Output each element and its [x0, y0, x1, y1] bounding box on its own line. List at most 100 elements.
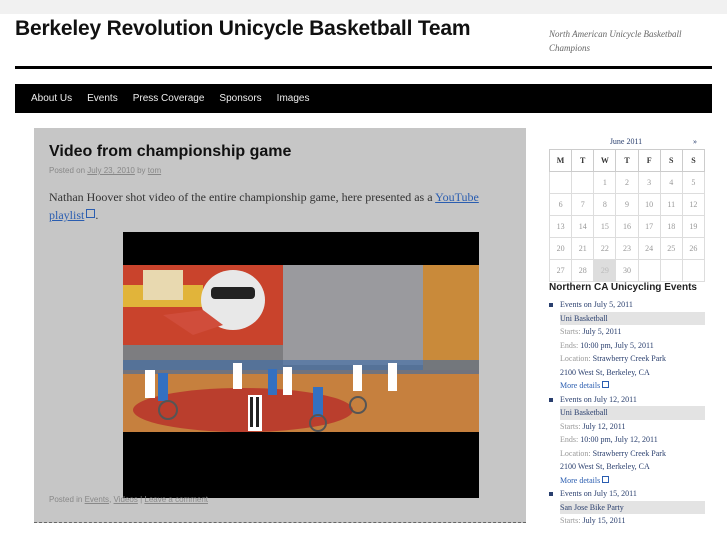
category-videos-link[interactable]: Videos — [114, 495, 138, 504]
calendar-weekday: W — [593, 149, 617, 172]
calendar-day: 5 — [681, 171, 706, 194]
event-start-value: July 15, 2011 — [582, 516, 626, 525]
event-location: Location: Strawberry Creek Park — [560, 447, 705, 461]
post-body-text: Nathan Hoover shot video of the entire c… — [49, 190, 433, 204]
event-date-link[interactable]: Events on July 12, 2011 — [560, 393, 705, 407]
posted-in-label: Posted in — [49, 495, 83, 504]
event-ends: Ends: 10:00 pm, July 5, 2011 — [560, 339, 705, 353]
calendar-week-row: 20 21 22 23 24 25 26 — [548, 237, 706, 260]
calendar-day: 27 — [548, 259, 573, 282]
calendar-week-row: 6 7 8 9 10 11 12 — [548, 193, 706, 216]
site-title[interactable]: Berkeley Revolution Unicycle Basketball … — [15, 17, 471, 41]
event-title-link[interactable]: Uni Basketball — [560, 311, 705, 325]
calendar-weekday: S — [681, 149, 706, 172]
nav-sponsors[interactable]: Sponsors — [219, 93, 261, 104]
more-details-row: More details — [560, 379, 705, 393]
calendar-day — [548, 171, 573, 194]
calendar-day: 7 — [571, 193, 595, 216]
calendar-day: 17 — [637, 215, 661, 238]
event-title-link[interactable]: San Jose Bike Party — [560, 500, 705, 514]
calendar-day: 6 — [548, 193, 573, 216]
calendar-caption: June 2011 — [609, 137, 643, 146]
calendar-weekday-row: MTWTFSS — [548, 149, 706, 172]
nav-about-us[interactable]: About Us — [31, 93, 72, 104]
calendar-day: 3 — [637, 171, 661, 194]
event-ends: Ends: 10:00 pm, July 12, 2011 — [560, 433, 705, 447]
calendar-day: 23 — [615, 237, 639, 260]
event-item: Events on July 15, 2011 San Jose Bike Par… — [549, 487, 705, 528]
calendar-day: 21 — [571, 237, 595, 260]
leave-comment-link[interactable]: Leave a comment — [144, 495, 208, 504]
more-details-link[interactable]: More details — [560, 476, 600, 485]
event-item: Events on July 5, 2011 Uni Basketball Star… — [549, 298, 705, 393]
main-nav: About Us Events Press Coverage Sponsors … — [15, 84, 712, 113]
event-starts: Starts: July 12, 2011 — [560, 420, 705, 434]
calendar-body: 1 2 3 4 5 6 7 8 9 10 11 12 13 14 15 16 17 18 19 20 21 22 23 24 2… — [548, 171, 706, 282]
video-frame-image — [123, 265, 479, 432]
calendar-day: 2 — [615, 171, 639, 194]
post-body: Nathan Hoover shot video of the entire c… — [49, 188, 515, 224]
calendar-day: 18 — [659, 215, 683, 238]
starts-label: Starts: — [560, 516, 581, 525]
event-end-value: 10:00 pm, July 5, 2011 — [580, 340, 654, 350]
calendar-widget: June 2011 » MTWTFSS 1 2 3 4 5 6 7 8 9 10 11 12 13 14 1… — [548, 135, 706, 282]
external-link-icon — [602, 475, 610, 483]
post-body-period: . — [95, 208, 99, 222]
location-label: Location: — [560, 354, 591, 363]
event-end-value: 10:00 pm, July 12, 2011 — [580, 435, 658, 444]
calendar-day: 19 — [681, 215, 706, 238]
calendar-day: 25 — [659, 237, 683, 260]
category-events-link[interactable]: Events — [85, 495, 109, 504]
post-meta: Posted on July 23, 2010 by tom — [49, 166, 161, 175]
event-date-link[interactable]: Events on July 15, 2011 — [560, 487, 705, 501]
event-start-value: July 12, 2011 — [582, 421, 626, 431]
post-date-link[interactable]: July 23, 2010 — [87, 166, 135, 175]
calendar-day — [571, 171, 595, 194]
calendar-next-link[interactable]: » — [693, 137, 697, 146]
nav-press-coverage[interactable]: Press Coverage — [133, 93, 205, 104]
calendar-day: 26 — [681, 237, 706, 260]
event-title-link[interactable]: Uni Basketball — [560, 406, 705, 420]
calendar-table: MTWTFSS 1 2 3 4 5 6 7 8 9 10 11 12 13 14 15 16 17 18 19 20 2… — [548, 149, 706, 282]
external-link-icon — [86, 209, 96, 218]
calendar-weekday: T — [615, 149, 639, 172]
event-location-value: Strawberry Creek Park — [592, 448, 666, 458]
nav-images[interactable]: Images — [277, 93, 310, 104]
nav-events[interactable]: Events — [87, 93, 118, 104]
event-date-link[interactable]: Events on July 5, 2011 — [560, 298, 705, 312]
calendar-day: 9 — [615, 193, 639, 216]
calendar-day: 29 — [593, 259, 617, 282]
post-author-link[interactable]: tom — [148, 166, 161, 175]
header-divider — [15, 66, 712, 69]
by-label: by — [137, 166, 146, 175]
more-details-row: More details — [560, 474, 705, 488]
calendar-day — [659, 259, 683, 282]
calendar-day: 30 — [615, 259, 639, 282]
more-details-link[interactable]: More details — [560, 381, 600, 390]
post-title[interactable]: Video from championship game — [49, 143, 291, 161]
event-location: Location: Strawberry Creek Park — [560, 352, 705, 366]
calendar-day: 16 — [615, 215, 639, 238]
calendar-weekday: T — [571, 149, 595, 172]
event-location-value: Strawberry Creek Park — [592, 354, 666, 363]
calendar-week-row: 13 14 15 16 17 18 19 — [548, 215, 706, 238]
calendar-day: 28 — [571, 259, 595, 282]
calendar-day: 13 — [548, 215, 573, 238]
embedded-video[interactable] — [123, 232, 479, 498]
calendar-day: 15 — [593, 215, 617, 238]
bullet-icon — [549, 492, 553, 496]
calendar-weekday: S — [659, 149, 683, 172]
bullet-icon — [549, 397, 553, 402]
calendar-day: 22 — [593, 237, 617, 260]
event-item: Events on July 12, 2011 Uni Basketball Sta… — [549, 393, 705, 488]
calendar-day: 24 — [637, 237, 661, 260]
starts-label: Starts: — [560, 327, 581, 336]
calendar-day: 1 — [593, 171, 617, 194]
post-footer: Posted in Events, Videos | Leave a comme… — [49, 495, 208, 504]
post-divider — [34, 522, 526, 523]
event-start-value: July 5, 2011 — [582, 327, 622, 336]
calendar-day: 14 — [571, 215, 595, 238]
starts-label: Starts: — [560, 421, 581, 431]
footer-separator: | — [140, 495, 143, 504]
calendar-day — [681, 259, 706, 282]
